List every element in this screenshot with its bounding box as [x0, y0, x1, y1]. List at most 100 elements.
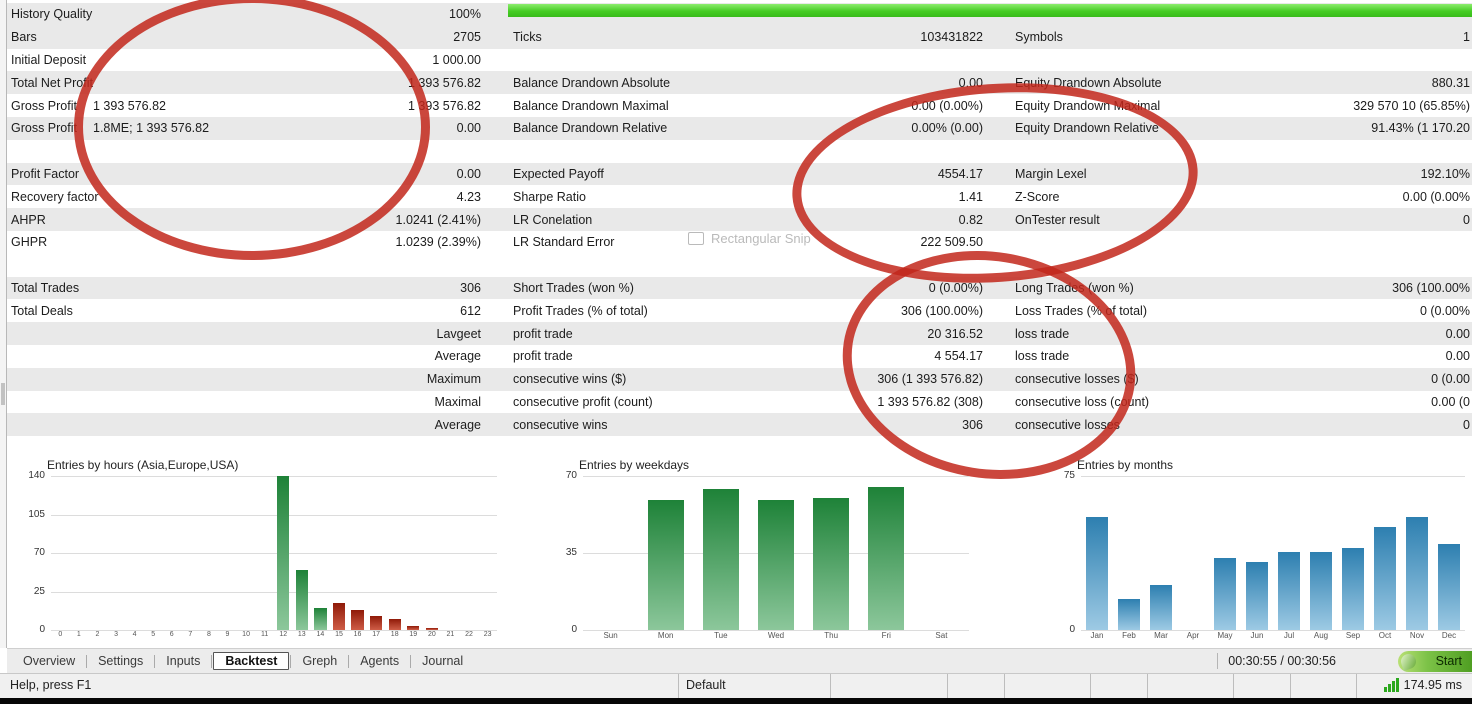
stat-value: 880.31 — [1431, 75, 1470, 90]
x-tick-label: Mar — [1154, 631, 1168, 640]
chart-bar — [1246, 562, 1268, 630]
stats-row: Initial Deposit 1 000.00 — [7, 49, 1472, 72]
chart-bar — [388, 619, 401, 630]
status-bar: Help, press F1 Default 174.95 ms — [0, 673, 1472, 698]
start-button[interactable]: Start — [1398, 650, 1472, 672]
stats-row: Maximum consecutive wins ($) 306 (1 393 … — [7, 367, 1472, 391]
x-tick-label: 4 — [132, 631, 137, 638]
x-tick-label: 8 — [206, 631, 211, 638]
stats-cell-middle: Expected Payoff 4554.17 — [483, 167, 985, 181]
stat-value: 0 — [1463, 212, 1470, 227]
stats-cell-middle: Profit Trades (% of total) 306 (100.00%) — [483, 304, 985, 318]
progress-bar — [508, 4, 1472, 17]
stats-cell-right: Equity Drandown Relative 91.43% (1 170.2… — [985, 121, 1472, 135]
chart-bar — [1118, 599, 1140, 630]
stats-cell-right: consecutive loss (count) 0.00 (0 — [985, 395, 1472, 409]
stats-table: History Quality 100% Bars 2705 Ticks 103… — [7, 0, 1472, 437]
tab-divider — [211, 654, 213, 668]
chart-bar — [369, 615, 383, 630]
x-tick-label: Jul — [1283, 631, 1295, 640]
stat-value: 2705 — [453, 30, 481, 45]
x-tick-label: Fri — [881, 631, 891, 640]
statusbar-divider — [1004, 674, 1005, 698]
stat-label: AHPR — [11, 212, 46, 227]
stat-label: Gross Profit — [11, 121, 77, 136]
bottom-edge — [0, 698, 1472, 704]
stats-cell-left: Recovery factor 4.23 — [7, 190, 483, 204]
stat-value: 1 393 576.82 — [408, 98, 481, 113]
x-tick-label: 14 — [316, 631, 325, 638]
stats-row: Maximal consecutive profit (count) 1 393… — [7, 391, 1472, 414]
stat-value: Average — [434, 417, 481, 432]
stat-value: 0.00 — [456, 166, 481, 181]
stat-value: 0.00 — [456, 121, 481, 136]
chart-bar — [1438, 543, 1460, 630]
statusbar-divider — [1233, 674, 1234, 698]
stat-label: loss trade — [1015, 326, 1070, 341]
stat-label: Total Trades — [11, 280, 80, 295]
stat-value: 0.00% (0.00) — [911, 121, 983, 136]
stat-value: 103431822 — [920, 30, 983, 45]
tab-settings[interactable]: Settings — [88, 652, 153, 670]
stat-note: 1 393 576.82 — [93, 98, 166, 113]
stat-label: LR Conelation — [513, 212, 593, 227]
x-tick-label: 23 — [483, 631, 492, 638]
x-tick-label: 22 — [465, 631, 473, 638]
stat-value: Lavgeet — [436, 326, 481, 341]
tab-backtest[interactable]: Backtest — [213, 652, 290, 670]
tab-journal[interactable]: Journal — [412, 652, 473, 670]
tab-bar: Overview Settings Inputs Backtest Greph Agent… — [7, 648, 1472, 673]
stats-cell-left: Profit Factor 0.00 — [7, 167, 483, 181]
stat-value: 306 — [962, 417, 983, 432]
x-tick-label: 1 — [76, 631, 81, 638]
chart-bars — [1081, 476, 1465, 630]
status-profile[interactable]: Default — [686, 678, 726, 692]
statusbar-divider — [1090, 674, 1091, 698]
stats-row: Profit Factor 0.00 Expected Payoff 4554.… — [7, 162, 1472, 186]
stats-cell-middle: profit trade 20 316.52 — [483, 327, 985, 341]
stat-label: consecutive wins ($) — [513, 372, 627, 387]
x-tick-label: 10 — [242, 631, 250, 638]
stats-cell-left: Total Net Profit 1 393 576.82 — [7, 76, 483, 90]
tab-agents[interactable]: Agents — [350, 652, 409, 670]
stat-label: Recovery factor — [11, 189, 99, 204]
stats-cell-left: Total Trades 306 — [7, 281, 483, 295]
rectangular-snip-watermark: Rectangular Snip — [688, 231, 811, 246]
stats-cell-middle: profit trade 4 554.17 — [483, 349, 985, 363]
chart-bar — [1278, 551, 1300, 630]
backtest-timer: 00:30:55 / 00:30:56 — [1228, 654, 1336, 668]
stats-cell-left: Maximal — [7, 395, 483, 409]
stat-value: Maximal — [434, 394, 481, 409]
x-tick-label: May — [1217, 631, 1233, 640]
x-tick-label: Feb — [1122, 631, 1136, 640]
tab-overview[interactable]: Overview — [13, 652, 85, 670]
stats-row: Bars 2705 Ticks 103431822 Symbols 1 — [7, 25, 1472, 49]
stats-cell-right: consecutive losses ($) 0 (0.00 — [985, 372, 1472, 386]
x-tick-label: 15 — [335, 631, 343, 638]
statusbar-divider — [678, 674, 679, 698]
splitter-handle[interactable] — [1, 383, 5, 405]
connection-bars-icon — [1383, 678, 1399, 692]
stats-cell-left: Average — [7, 349, 483, 363]
tab-list: Overview Settings Inputs Backtest Greph Agent… — [13, 652, 473, 670]
left-splitter[interactable] — [0, 0, 7, 648]
tab-divider — [290, 654, 292, 668]
stat-value: 1.0241 (2.41%) — [395, 212, 481, 227]
tab-greph[interactable]: Greph — [292, 652, 347, 670]
stat-value: 0.00 — [958, 75, 983, 90]
stat-value: 329 570 10 (65.85%) — [1353, 98, 1470, 113]
stats-row — [7, 254, 1472, 277]
tab-inputs[interactable]: Inputs — [156, 652, 210, 670]
watermark-label: Rectangular Snip — [711, 231, 811, 246]
stat-label: loss trade — [1015, 349, 1070, 364]
x-tick-label: Sat — [935, 631, 948, 640]
x-tick-label: Apr — [1186, 631, 1200, 640]
x-tick-label: 9 — [225, 631, 230, 638]
stats-cell-left: Lavgeet — [7, 327, 483, 341]
tab-divider — [86, 654, 88, 668]
x-tick-label: Nov — [1409, 631, 1425, 640]
chart-bar — [277, 476, 290, 630]
stats-cell-left: Average — [7, 418, 483, 432]
x-tick-label: 0 — [58, 631, 63, 638]
x-tick-label: 18 — [390, 631, 399, 638]
